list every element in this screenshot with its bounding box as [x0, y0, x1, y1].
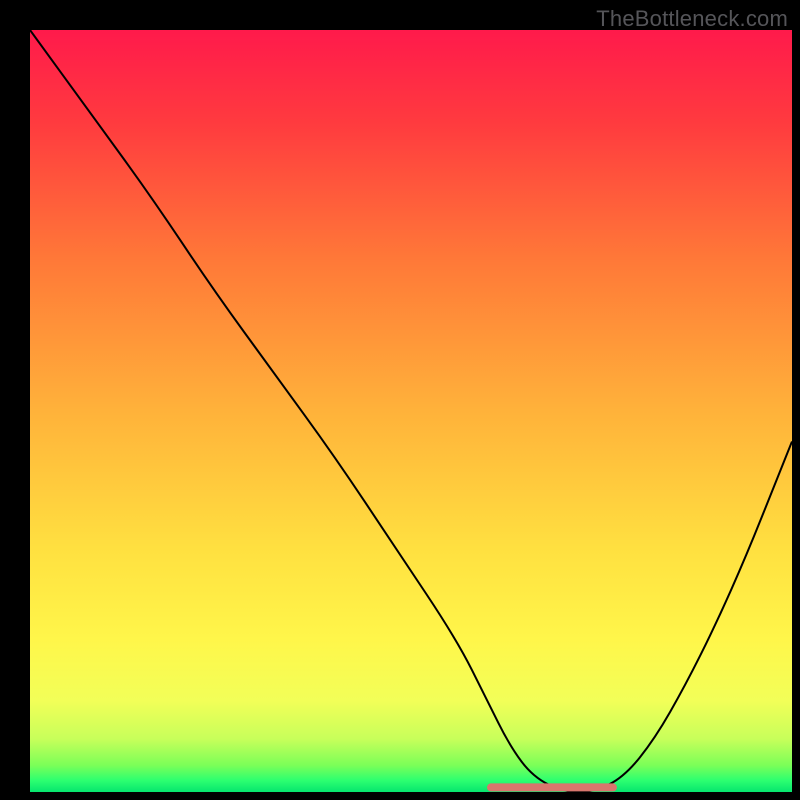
chart-background: [30, 30, 792, 792]
plot-area: [30, 30, 792, 792]
chart-frame: TheBottleneck.com: [0, 0, 800, 800]
chart-svg: [30, 30, 792, 792]
watermark-text: TheBottleneck.com: [596, 6, 788, 32]
